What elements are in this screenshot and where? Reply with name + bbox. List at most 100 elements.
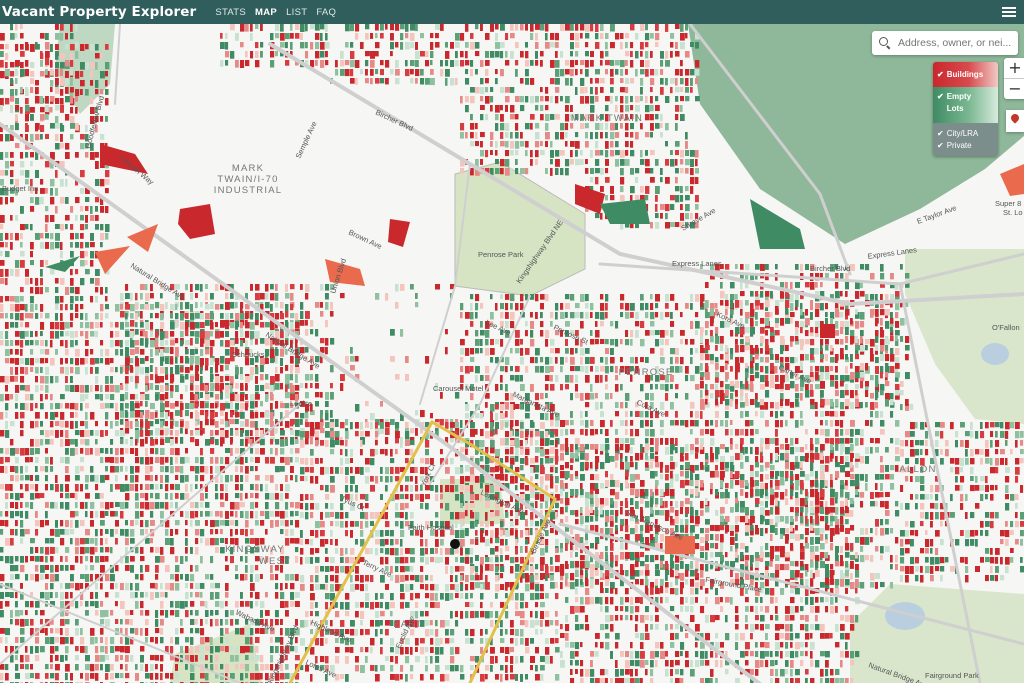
vacant-parcel[interactable] [610, 132, 615, 140]
vacant-parcel[interactable] [0, 313, 4, 319]
vacant-parcel[interactable] [460, 375, 464, 383]
vacant-parcel[interactable] [165, 430, 168, 436]
vacant-parcel[interactable] [30, 394, 34, 401]
vacant-parcel[interactable] [30, 197, 34, 204]
vacant-parcel[interactable] [620, 501, 623, 507]
vacant-parcel[interactable] [5, 170, 9, 176]
vacant-parcel[interactable] [125, 412, 129, 418]
vacant-parcel[interactable] [790, 402, 795, 408]
vacant-parcel[interactable] [160, 394, 165, 401]
vacant-parcel[interactable] [865, 447, 870, 454]
vacant-parcel[interactable] [100, 619, 105, 625]
vacant-parcel[interactable] [625, 60, 628, 66]
vacant-parcel[interactable] [75, 421, 78, 429]
vacant-parcel[interactable] [125, 448, 129, 454]
vacant-parcel[interactable] [240, 322, 243, 329]
vacant-parcel[interactable] [670, 582, 673, 588]
vacant-parcel[interactable] [260, 385, 265, 391]
vacant-parcel[interactable] [765, 501, 768, 508]
vacant-parcel[interactable] [70, 287, 75, 294]
vacant-parcel[interactable] [665, 393, 669, 401]
vacant-parcel[interactable] [210, 610, 214, 616]
vacant-parcel[interactable] [295, 556, 299, 563]
vacant-parcel[interactable] [780, 420, 783, 428]
vacant-parcel[interactable] [145, 673, 150, 679]
vacant-parcel[interactable] [70, 313, 74, 321]
vacant-parcel[interactable] [160, 475, 163, 483]
vacant-parcel[interactable] [215, 304, 220, 310]
vacant-parcel[interactable] [5, 673, 9, 681]
vacant-parcel[interactable] [115, 583, 118, 589]
vacant-parcel[interactable] [85, 251, 88, 257]
vacant-parcel[interactable] [500, 114, 504, 122]
vacant-parcel[interactable] [20, 664, 25, 669]
vacant-parcel[interactable] [140, 421, 144, 428]
vacant-parcel[interactable] [170, 538, 174, 546]
vacant-parcel[interactable] [140, 358, 145, 364]
vacant-parcel[interactable] [500, 105, 503, 111]
vacant-parcel[interactable] [40, 242, 45, 249]
vacant-parcel[interactable] [60, 556, 63, 562]
vacant-parcel[interactable] [80, 448, 84, 454]
vacant-parcel[interactable] [860, 456, 865, 464]
vacant-parcel[interactable] [195, 293, 198, 298]
vacant-parcel[interactable] [35, 170, 39, 178]
vacant-parcel[interactable] [240, 340, 244, 347]
vacant-parcel[interactable] [845, 438, 850, 444]
vacant-parcel[interactable] [30, 278, 33, 284]
vacant-parcel[interactable] [90, 215, 95, 221]
vacant-parcel[interactable] [90, 206, 93, 214]
vacant-parcel[interactable] [5, 466, 8, 474]
vacant-parcel[interactable] [35, 358, 40, 364]
vacant-parcel[interactable] [20, 62, 24, 69]
vacant-parcel[interactable] [505, 456, 509, 463]
vacant-parcel[interactable] [25, 664, 29, 670]
vacant-parcel[interactable] [255, 664, 259, 671]
vacant-parcel[interactable] [630, 474, 635, 482]
vacant-parcel[interactable] [145, 385, 148, 392]
vacant-parcel[interactable] [50, 565, 54, 573]
vacant-parcel[interactable] [695, 60, 700, 68]
vacant-parcel[interactable] [215, 331, 220, 339]
vacant-parcel[interactable] [875, 294, 878, 301]
vacant-parcel[interactable] [35, 421, 39, 428]
vacant-parcel[interactable] [805, 429, 808, 435]
vacant-parcel[interactable] [60, 89, 64, 96]
vacant-parcel[interactable] [700, 546, 705, 552]
vacant-parcel[interactable] [40, 322, 45, 330]
vacant-parcel[interactable] [225, 628, 229, 634]
vacant-parcel[interactable] [665, 330, 669, 336]
vacant-parcel[interactable] [880, 546, 884, 554]
vacant-parcel[interactable] [465, 42, 469, 48]
vacant-parcel[interactable] [660, 87, 664, 95]
vacant-parcel[interactable] [845, 528, 850, 534]
vacant-parcel[interactable] [480, 456, 484, 462]
vacant-parcel[interactable] [585, 69, 589, 77]
vacant-parcel[interactable] [235, 520, 239, 527]
vacant-parcel[interactable] [550, 78, 555, 85]
vacant-parcel[interactable] [510, 51, 514, 59]
vacant-parcel[interactable] [185, 556, 188, 562]
vacant-parcel[interactable] [770, 438, 775, 444]
vacant-parcel[interactable] [645, 312, 649, 319]
vacant-parcel[interactable] [875, 501, 878, 507]
vacant-parcel[interactable] [650, 105, 654, 112]
vacant-parcel[interactable] [610, 141, 614, 148]
vacant-parcel[interactable] [215, 583, 220, 589]
vacant-parcel[interactable] [470, 393, 474, 401]
vacant-parcel[interactable] [200, 538, 203, 544]
vacant-parcel[interactable] [645, 420, 649, 427]
vacant-parcel[interactable] [645, 51, 649, 59]
vacant-parcel[interactable] [510, 168, 513, 176]
vacant-parcel[interactable] [225, 365, 229, 371]
vacant-parcel[interactable] [275, 493, 279, 500]
vacant-parcel[interactable] [265, 322, 270, 328]
vacant-parcel[interactable] [560, 384, 563, 391]
vacant-parcel[interactable] [280, 439, 285, 447]
vacant-parcel[interactable] [200, 302, 203, 308]
vacant-parcel[interactable] [140, 574, 144, 581]
vacant-parcel[interactable] [190, 430, 194, 436]
vacant-parcel[interactable] [85, 44, 89, 50]
vacant-parcel[interactable] [125, 358, 130, 366]
vacant-parcel[interactable] [100, 430, 104, 437]
